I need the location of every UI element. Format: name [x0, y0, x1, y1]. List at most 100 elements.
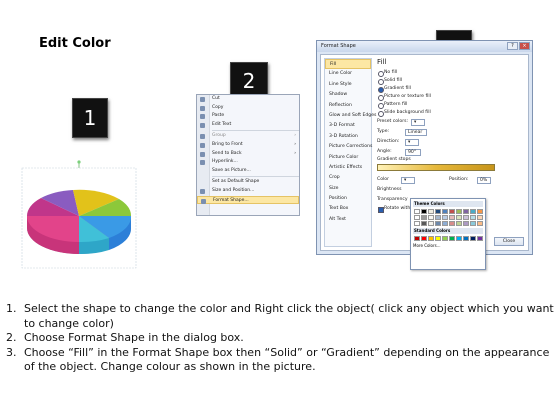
brightness-row: Brightness [377, 185, 525, 195]
color-swatch[interactable] [414, 236, 420, 241]
angle-input[interactable]: 90° [405, 149, 421, 156]
menu-item-edit-text[interactable]: Edit Text [197, 121, 299, 130]
menu-item-bring-to-front[interactable]: Bring to Front › [197, 141, 299, 150]
sidebar-item-reflection[interactable]: Reflection [325, 101, 371, 111]
theme-colors-label: Theme Colors [413, 201, 483, 207]
color-swatch[interactable] [421, 215, 427, 220]
color-swatch[interactable] [456, 236, 462, 241]
type-select[interactable]: Linear [405, 129, 427, 136]
menu-separator [212, 176, 299, 178]
color-swatch[interactable] [463, 236, 469, 241]
color-swatch[interactable] [449, 221, 455, 226]
submenu-arrow-icon: › [294, 133, 296, 139]
sidebar-item-size[interactable]: Size [325, 184, 371, 194]
menu-item-copy[interactable]: Copy [197, 104, 299, 113]
menu-item-group[interactable]: Group › [197, 132, 299, 141]
sidebar-item-fill[interactable]: Fill [325, 59, 371, 70]
color-swatch[interactable] [449, 236, 455, 241]
menu-item-send-to-back[interactable]: Send to Back › [197, 150, 299, 159]
color-swatch[interactable] [442, 236, 448, 241]
menu-item-size-and-position[interactable]: Size and Position... [197, 187, 299, 196]
color-swatch[interactable] [442, 221, 448, 226]
color-swatch[interactable] [470, 215, 476, 220]
sidebar-item-picture-color[interactable]: Picture Color [325, 153, 371, 163]
color-swatch[interactable] [449, 209, 455, 214]
close-icon[interactable]: × [519, 42, 530, 50]
color-dropdown[interactable]: ▾ [401, 177, 415, 184]
color-swatch[interactable] [421, 221, 427, 226]
color-swatch[interactable] [421, 209, 427, 214]
color-swatch[interactable] [470, 221, 476, 226]
color-swatch[interactable] [435, 236, 441, 241]
color-swatch[interactable] [442, 215, 448, 220]
direction-label: Direction: [377, 139, 400, 144]
radio-slide-background-fill[interactable]: Slide background fill [377, 109, 525, 117]
menu-item-hyperlink[interactable]: Hyperlink... [197, 158, 299, 167]
preset-label: Preset colors: [377, 119, 409, 124]
color-swatch[interactable] [428, 221, 434, 226]
menu-item-set-default-shape[interactable]: Set as Default Shape [197, 178, 299, 187]
color-swatch[interactable] [477, 221, 483, 226]
radio-no-fill[interactable]: No fill [377, 69, 525, 77]
color-swatch[interactable] [435, 209, 441, 214]
position-input[interactable]: 0% [477, 177, 491, 184]
color-swatch[interactable] [456, 215, 462, 220]
sidebar-item-glow[interactable]: Glow and Soft Edges [325, 111, 376, 121]
menu-item-label: Edit Text [212, 121, 232, 127]
color-swatch[interactable] [477, 236, 483, 241]
sidebar-item-3d-rotation[interactable]: 3-D Rotation [325, 132, 371, 142]
sidebar-item-line-color[interactable]: Line Color [325, 69, 371, 79]
color-swatch[interactable] [414, 221, 420, 226]
theme-color-grid [414, 209, 483, 226]
sidebar-item-crop[interactable]: Crop [325, 173, 371, 183]
radio-picture-fill[interactable]: Picture or texture fill [377, 93, 525, 101]
menu-item-format-shape[interactable]: Format Shape... [197, 195, 299, 205]
color-swatch[interactable] [470, 236, 476, 241]
paste-icon [200, 114, 205, 120]
color-swatch[interactable] [414, 215, 420, 220]
sidebar-item-text-box[interactable]: Text Box [325, 204, 371, 214]
color-swatch[interactable] [421, 236, 427, 241]
preset-colors-dropdown[interactable]: ▾ [411, 119, 425, 126]
menu-separator [212, 130, 299, 132]
color-swatch[interactable] [428, 236, 434, 241]
color-swatch[interactable] [463, 221, 469, 226]
radio-pattern-fill[interactable]: Pattern fill [377, 101, 525, 109]
sidebar-item-shadow[interactable]: Shadow [325, 90, 371, 100]
color-swatch[interactable] [435, 215, 441, 220]
menu-item-paste[interactable]: Paste [197, 112, 299, 121]
direction-row: Direction: ▾ [377, 137, 525, 147]
color-swatch[interactable] [428, 215, 434, 220]
more-colors-link[interactable]: More Colors... [413, 243, 483, 248]
color-swatch[interactable] [428, 209, 434, 214]
color-swatch[interactable] [414, 209, 420, 214]
sidebar-item-artistic-effects[interactable]: Artistic Effects [325, 163, 371, 173]
gradient-stops-bar[interactable] [377, 164, 495, 171]
sidebar-item-position[interactable]: Position [325, 194, 371, 204]
color-swatch[interactable] [435, 221, 441, 226]
sidebar-item-line-style[interactable]: Line Style [325, 80, 371, 90]
color-swatch[interactable] [442, 209, 448, 214]
color-swatch[interactable] [456, 221, 462, 226]
pie-chart-graphic[interactable] [20, 160, 140, 270]
color-swatch[interactable] [477, 209, 483, 214]
cut-icon [200, 97, 205, 102]
color-swatch[interactable] [477, 215, 483, 220]
menu-item-save-as-picture[interactable]: Save as Picture... [197, 167, 299, 176]
radio-gradient-fill[interactable]: Gradient fill [377, 85, 525, 93]
sidebar-item-picture-corrections[interactable]: Picture Corrections [325, 142, 372, 152]
close-button[interactable]: Close [494, 237, 524, 246]
color-swatch[interactable] [463, 209, 469, 214]
instruction-text: Choose “Fill” in the Format Shape box th… [24, 345, 550, 374]
color-swatch[interactable] [470, 209, 476, 214]
color-swatch[interactable] [449, 215, 455, 220]
help-button[interactable]: ? [507, 42, 518, 50]
submenu-arrow-icon: › [294, 150, 296, 156]
radio-solid-fill[interactable]: Solid fill [377, 77, 525, 85]
color-swatch[interactable] [456, 209, 462, 214]
direction-dropdown[interactable]: ▾ [405, 139, 419, 146]
sidebar-item-3d-format[interactable]: 3-D Format [325, 121, 371, 131]
color-swatch[interactable] [463, 215, 469, 220]
menu-item-cut[interactable]: Cut [197, 95, 299, 104]
sidebar-item-alt-text[interactable]: Alt Text [325, 215, 371, 225]
